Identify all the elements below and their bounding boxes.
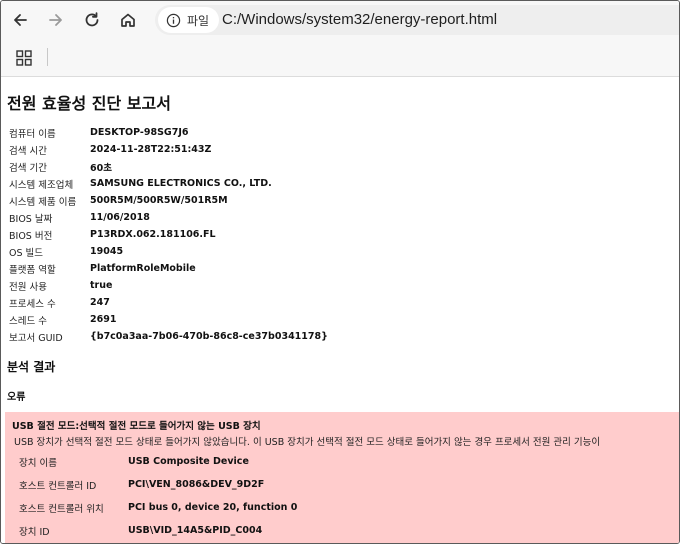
error-detail-key: 호스트 컨트롤러 ID <box>19 480 97 492</box>
info-value: PlatformRoleMobile <box>90 263 196 274</box>
info-key: 프로세스 수 <box>9 298 56 310</box>
url-text[interactable]: C:/Windows/system32/energy-report.html <box>222 11 497 28</box>
info-value: 19045 <box>90 246 124 257</box>
reload-button[interactable] <box>79 7 105 33</box>
back-button[interactable] <box>7 7 33 33</box>
analysis-heading: 분석 결과 <box>7 360 56 374</box>
error-detail-value: USB Composite Device <box>128 456 249 467</box>
info-icon <box>166 13 181 27</box>
info-row: 시스템 제품 이름 500R5M/500R5W/501R5M <box>9 192 328 209</box>
error-detail-value: PCI\VEN_8086&DEV_9D2F <box>128 479 265 490</box>
info-value: SAMSUNG ELECTRONICS CO., LTD. <box>90 178 272 189</box>
error-title: USB 절전 모드:선택적 절전 모드로 들어가지 않는 USB 장치 <box>12 421 261 432</box>
browser-toolbar: 파일 C:/Windows/system32/energy-report.htm… <box>1 1 679 39</box>
info-value: 2691 <box>90 314 117 325</box>
error-detail-key: 장치 이름 <box>19 457 57 469</box>
info-key: 스레드 수 <box>9 315 47 327</box>
secondary-toolbar <box>1 39 679 77</box>
info-key: BIOS 날짜 <box>9 213 53 225</box>
info-value: true <box>90 280 113 291</box>
info-key: 보고서 GUID <box>9 332 63 344</box>
info-value: 500R5M/500R5W/501R5M <box>90 195 228 206</box>
home-icon <box>121 13 135 27</box>
apps-grid-icon[interactable] <box>15 49 33 67</box>
info-row: OS 빌드 19045 <box>9 243 328 260</box>
info-key: BIOS 버전 <box>9 230 53 242</box>
info-key: OS 빌드 <box>9 247 44 259</box>
error-description: USB 장치가 선택적 절전 모드 상태로 들어가지 않았습니다. 이 USB … <box>14 437 601 448</box>
forward-button[interactable] <box>43 7 69 33</box>
info-value: 2024-11-28T22:51:43Z <box>90 144 212 155</box>
report-page: 전원 효율성 진단 보고서 컴퓨터 이름 DESKTOP-98SG7J6 검색 시간… <box>1 78 679 543</box>
info-value: 247 <box>90 297 110 308</box>
info-value: P13RDX.062.181106.FL <box>90 229 216 240</box>
info-row: BIOS 날짜 11/06/2018 <box>9 209 328 226</box>
info-row: BIOS 버전 P13RDX.062.181106.FL <box>9 226 328 243</box>
error-detail-row: 장치 ID USB\VID_14A5&PID_C004 <box>19 519 297 542</box>
error-detail-row: 호스트 컨트롤러 위치 PCI bus 0, device 20, functio… <box>19 496 297 519</box>
info-value: 11/06/2018 <box>90 212 150 223</box>
reload-icon <box>85 12 99 27</box>
info-row: 프로세스 수 247 <box>9 294 328 311</box>
info-row: 컴퓨터 이름 DESKTOP-98SG7J6 <box>9 124 328 141</box>
error-detail-key: 호스트 컨트롤러 위치 <box>19 503 104 515</box>
info-row: 전원 사용 true <box>9 277 328 294</box>
info-value: {b7c0a3aa-7b06-470b-86c8-ce37b0341178} <box>90 331 328 342</box>
arrow-right-icon <box>49 14 62 26</box>
system-info-table: 컴퓨터 이름 DESKTOP-98SG7J6 검색 시간 2024-11-28T22:… <box>9 124 328 345</box>
error-detail-value: PCI bus 0, device 20, function 0 <box>128 502 298 513</box>
error-detail-row: 장치 이름 USB Composite Device <box>19 450 297 473</box>
site-info-label: 파일 <box>187 13 210 28</box>
info-key: 시스템 제조업체 <box>9 179 74 191</box>
info-row: 시스템 제조업체 SAMSUNG ELECTRONICS CO., LTD. <box>9 175 328 192</box>
info-key: 검색 시간 <box>9 145 47 157</box>
info-key: 컴퓨터 이름 <box>9 128 56 140</box>
error-entry: USB 절전 모드:선택적 절전 모드로 들어가지 않는 USB 장치 USB … <box>5 412 679 543</box>
site-info-button[interactable]: 파일 <box>158 7 220 33</box>
info-value: DESKTOP-98SG7J6 <box>90 127 189 138</box>
info-key: 검색 기간 <box>9 162 47 174</box>
info-row: 검색 기간 60초 <box>9 158 328 175</box>
page-title: 전원 효율성 진단 보고서 <box>7 94 171 113</box>
errors-heading: 오류 <box>7 392 26 403</box>
error-detail-key: 장치 ID <box>19 526 50 538</box>
info-key: 전원 사용 <box>9 281 47 293</box>
info-row: 보고서 GUID {b7c0a3aa-7b06-470b-86c8-ce37b03… <box>9 328 328 345</box>
info-key: 시스템 제품 이름 <box>9 196 77 208</box>
info-value: 60초 <box>90 162 112 174</box>
toolbar-divider <box>47 48 48 66</box>
arrow-left-icon <box>14 14 27 26</box>
home-button[interactable] <box>115 7 141 33</box>
error-detail-row: 호스트 컨트롤러 ID PCI\VEN_8086&DEV_9D2F <box>19 473 297 496</box>
info-row: 스레드 수 2691 <box>9 311 328 328</box>
info-row: 검색 시간 2024-11-28T22:51:43Z <box>9 141 328 158</box>
info-row: 플랫폼 역할 PlatformRoleMobile <box>9 260 328 277</box>
address-bar[interactable]: 파일 C:/Windows/system32/energy-report.htm… <box>155 5 679 35</box>
error-detail-value: USB\VID_14A5&PID_C004 <box>128 525 263 536</box>
info-key: 플랫폼 역할 <box>9 264 56 276</box>
error-details-table: 장치 이름 USB Composite Device 호스트 컨트롤러 ID PCI\… <box>19 450 297 542</box>
browser-window: 파일 C:/Windows/system32/energy-report.htm… <box>0 0 680 544</box>
